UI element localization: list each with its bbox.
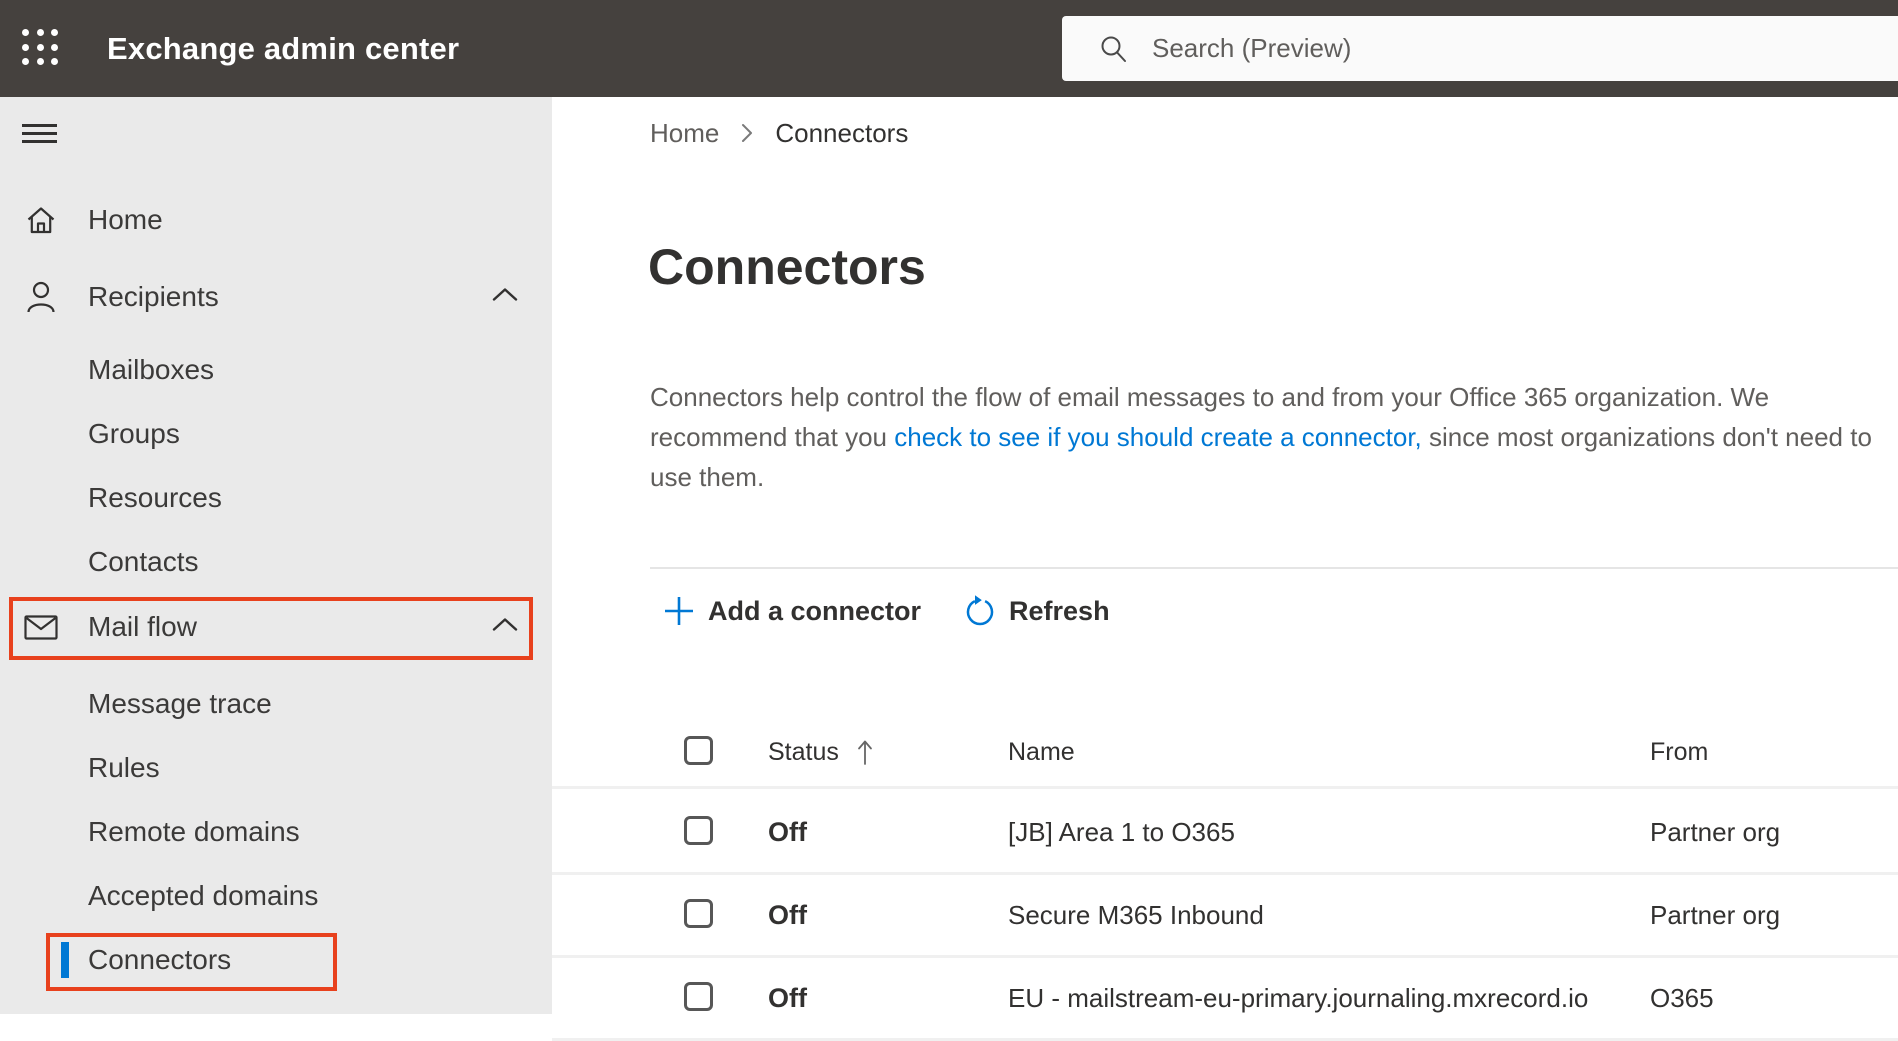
page-title: Connectors: [648, 239, 926, 295]
cell-from: Partner org: [1650, 899, 1781, 930]
page-description: Connectors help control the flow of emai…: [650, 377, 1882, 497]
sidebar-item-connectors[interactable]: Connectors: [0, 928, 552, 992]
refresh-icon: [966, 595, 994, 626]
sidebar-item-label: Mail flow: [88, 611, 197, 642]
home-icon: [24, 206, 58, 234]
search-icon: [1101, 36, 1126, 62]
sidebar-item-remote-domains[interactable]: Remote domains: [0, 800, 552, 864]
sidebar-nav: Home Recipients Mailboxes Groups Resourc…: [0, 184, 552, 992]
table-row[interactable]: Off [JB] Area 1 to O365 Partner org: [552, 792, 1898, 875]
cell-name[interactable]: [JB] Area 1 to O365: [1008, 817, 1650, 848]
sidebar: Home Recipients Mailboxes Groups Resourc…: [0, 97, 552, 1014]
row-checkbox[interactable]: [684, 981, 713, 1011]
plus-icon: [665, 597, 693, 625]
row-checkbox[interactable]: [684, 898, 713, 928]
person-icon: [24, 281, 58, 313]
chevron-right-icon: [741, 123, 753, 143]
sidebar-item-label: Contacts: [88, 546, 199, 577]
select-all-checkbox[interactable]: [684, 735, 713, 765]
chevron-up-icon: [492, 287, 518, 307]
cell-name[interactable]: Secure M365 Inbound: [1008, 900, 1650, 931]
toolbar-divider: [650, 567, 1898, 569]
sidebar-item-label: Recipients: [88, 281, 219, 312]
column-header-from[interactable]: From: [1650, 738, 1898, 767]
hamburger-menu-icon[interactable]: [22, 124, 58, 144]
chevron-up-icon: [492, 617, 518, 637]
sidebar-item-rules[interactable]: Rules: [0, 736, 552, 800]
cell-status: Off: [768, 899, 807, 930]
sidebar-item-mail-flow[interactable]: Mail flow: [0, 594, 552, 660]
breadcrumb: Home Connectors: [650, 117, 908, 149]
sidebar-item-label: Groups: [88, 418, 180, 449]
sidebar-item-groups[interactable]: Groups: [0, 402, 552, 466]
toolbar: Add a connector Refresh: [662, 583, 1110, 639]
sidebar-item-label: Accepted domains: [88, 880, 319, 911]
app-launcher-icon[interactable]: [20, 27, 62, 69]
search-input[interactable]: [1150, 32, 1898, 65]
create-connector-link[interactable]: check to see if you should create a conn…: [894, 422, 1422, 452]
cell-status: Off: [768, 816, 807, 847]
add-connector-button[interactable]: Add a connector: [662, 594, 921, 628]
search-box[interactable]: [1062, 16, 1898, 81]
sidebar-item-label: Home: [88, 204, 163, 235]
sidebar-item-label: Remote domains: [88, 816, 300, 847]
breadcrumb-current: Connectors: [775, 117, 909, 148]
sidebar-item-label: Resources: [88, 482, 222, 513]
sidebar-item-home[interactable]: Home: [0, 184, 552, 256]
sidebar-item-recipients[interactable]: Recipients: [0, 256, 552, 338]
sidebar-item-label: Mailboxes: [88, 354, 215, 385]
cell-name[interactable]: EU - mailstream-eu-primary.journaling.mx…: [1008, 983, 1650, 1014]
main-content: Home Connectors Connectors Connectors he…: [552, 97, 1898, 1041]
breadcrumb-home-link[interactable]: Home: [650, 118, 719, 149]
column-header-status[interactable]: Status: [768, 738, 1008, 767]
cell-from: Partner org: [1650, 816, 1781, 847]
add-connector-label: Add a connector: [708, 595, 922, 626]
sidebar-item-mailboxes[interactable]: Mailboxes: [0, 338, 552, 402]
refresh-button[interactable]: Refresh: [963, 594, 1110, 628]
column-header-name[interactable]: Name: [1008, 738, 1650, 767]
connectors-table: Off [JB] Area 1 to O365 Partner org Off …: [552, 792, 1898, 1041]
sidebar-item-accepted-domains[interactable]: Accepted domains: [0, 864, 552, 928]
selected-indicator: [61, 942, 69, 978]
cell-status: Off: [768, 982, 807, 1013]
table-header: Status Name From: [552, 718, 1898, 789]
sidebar-item-contacts[interactable]: Contacts: [0, 530, 552, 594]
mail-icon: [24, 614, 58, 640]
app-title: Exchange admin center: [107, 30, 460, 66]
table-row[interactable]: Off Secure M365 Inbound Partner org: [552, 875, 1898, 958]
sidebar-item-label: Rules: [88, 752, 160, 783]
refresh-label: Refresh: [1009, 595, 1110, 626]
row-checkbox[interactable]: [684, 815, 713, 845]
table-row[interactable]: Off EU - mailstream-eu-primary.journalin…: [552, 958, 1898, 1041]
sort-ascending-icon: [857, 739, 873, 766]
topbar: Exchange admin center: [0, 0, 1898, 97]
sidebar-item-label: Message trace: [88, 688, 272, 719]
sidebar-item-label: Connectors: [88, 944, 232, 975]
sidebar-item-resources[interactable]: Resources: [0, 466, 552, 530]
sidebar-item-message-trace[interactable]: Message trace: [0, 672, 552, 736]
cell-from: O365: [1650, 982, 1714, 1013]
